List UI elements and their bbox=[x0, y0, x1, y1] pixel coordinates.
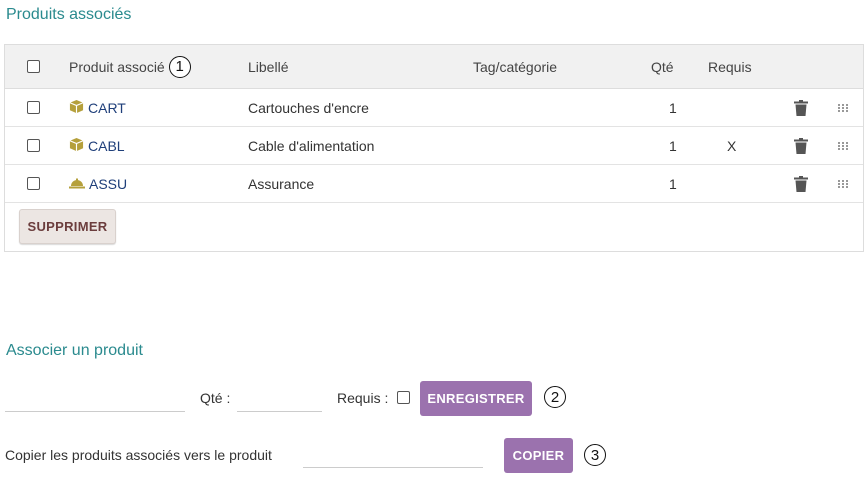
col-header-produit-label: Produit associé bbox=[69, 58, 165, 75]
row-checkbox-cell[interactable] bbox=[27, 89, 40, 126]
product-cell: CART bbox=[69, 89, 126, 126]
libelle-cell: Assurance bbox=[248, 175, 315, 192]
table-row: ASSU Assurance 1 bbox=[5, 165, 863, 203]
select-all-checkbox-cell[interactable] bbox=[27, 45, 40, 88]
qte-cell: 1 bbox=[669, 137, 677, 154]
requis-checkbox[interactable] bbox=[397, 391, 410, 404]
qte-label: Qté : bbox=[200, 390, 231, 406]
requis-cell: X bbox=[727, 137, 737, 154]
box-icon bbox=[69, 137, 84, 155]
col-header-requis: Requis bbox=[708, 58, 752, 75]
table-row: CABL Cable d'alimentation 1 X bbox=[5, 127, 863, 165]
drag-handle-icon[interactable] bbox=[838, 89, 848, 126]
row-checkbox[interactable] bbox=[27, 139, 40, 152]
supprimer-button[interactable]: SUPPRIMER bbox=[19, 209, 116, 244]
service-bell-icon bbox=[69, 176, 85, 192]
product-cell: ASSU bbox=[69, 165, 127, 202]
libelle-cell: Cable d'alimentation bbox=[248, 137, 375, 154]
section-title-associer-produit: Associer un produit bbox=[6, 342, 143, 359]
product-cell: CABL bbox=[69, 127, 125, 164]
drag-handle-icon[interactable] bbox=[838, 127, 848, 164]
row-checkbox[interactable] bbox=[27, 177, 40, 190]
libelle-cell: Cartouches d'encre bbox=[248, 99, 369, 116]
product-code-link[interactable]: ASSU bbox=[89, 176, 127, 192]
table-header: Produit associé 1 Libellé Tag/catégorie … bbox=[5, 45, 863, 89]
drag-handle-icon[interactable] bbox=[838, 165, 848, 202]
row-checkbox-cell[interactable] bbox=[27, 165, 40, 202]
col-header-produit: Produit associé 1 bbox=[69, 45, 191, 88]
copy-target-input[interactable] bbox=[303, 442, 483, 468]
qte-input[interactable] bbox=[237, 386, 322, 412]
row-checkbox-cell[interactable] bbox=[27, 127, 40, 164]
annotation-badge-3: 3 bbox=[584, 444, 606, 466]
associated-products-panel: Produit associé 1 Libellé Tag/catégorie … bbox=[4, 44, 864, 252]
box-icon bbox=[69, 99, 84, 117]
col-header-libelle: Libellé bbox=[248, 58, 289, 75]
table-row: CART Cartouches d'encre 1 bbox=[5, 89, 863, 127]
product-search-input[interactable] bbox=[5, 386, 185, 412]
enregistrer-button[interactable]: ENREGISTRER bbox=[420, 381, 532, 416]
trash-icon[interactable] bbox=[794, 89, 808, 126]
select-all-checkbox[interactable] bbox=[27, 60, 40, 73]
trash-icon[interactable] bbox=[794, 165, 808, 202]
row-checkbox[interactable] bbox=[27, 101, 40, 114]
trash-icon[interactable] bbox=[794, 127, 808, 164]
product-code-link[interactable]: CART bbox=[88, 100, 126, 116]
requis-label: Requis : bbox=[337, 390, 389, 406]
annotation-badge-1: 1 bbox=[168, 55, 191, 78]
col-header-tag: Tag/catégorie bbox=[473, 58, 558, 75]
copy-label: Copier les produits associés vers le pro… bbox=[5, 447, 272, 463]
qte-cell: 1 bbox=[669, 99, 677, 116]
section-title-produits-associes: Produits associés bbox=[6, 6, 132, 23]
annotation-badge-2: 2 bbox=[544, 386, 566, 408]
col-header-qte: Qté bbox=[651, 58, 674, 75]
copier-button[interactable]: COPIER bbox=[504, 438, 573, 473]
product-code-link[interactable]: CABL bbox=[88, 138, 125, 154]
qte-cell: 1 bbox=[669, 175, 677, 192]
